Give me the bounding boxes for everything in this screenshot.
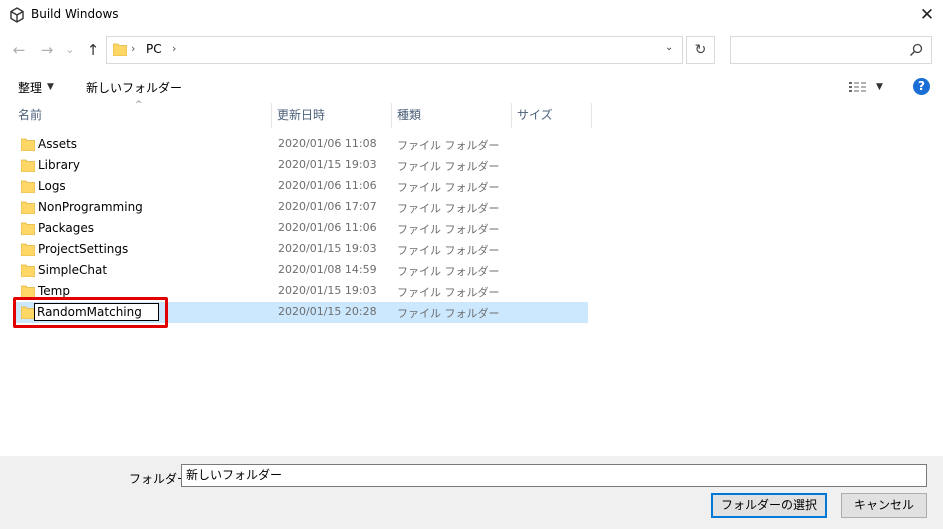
item-type: ファイル フォルダー: [397, 202, 500, 215]
item-type: ファイル フォルダー: [397, 265, 500, 278]
list-item[interactable]: Assets 2020/01/06 11:08 ファイル フォルダー: [13, 134, 588, 155]
item-name: SimpleChat: [38, 263, 108, 277]
forward-arrow-icon[interactable]: →: [38, 40, 56, 60]
item-modified: 2020/01/08 14:59: [278, 263, 377, 276]
folder-field[interactable]: 新しいフォルダー: [181, 464, 927, 487]
folder-icon: [21, 180, 35, 193]
folder-icon: [21, 138, 35, 151]
organize-menu[interactable]: 整理: [18, 79, 42, 96]
list-item[interactable]: NonProgramming 2020/01/06 17:07 ファイル フォル…: [13, 197, 588, 218]
breadcrumb-separator[interactable]: ›: [131, 42, 135, 55]
item-modified: 2020/01/06 11:06: [278, 221, 377, 234]
item-type: ファイル フォルダー: [397, 286, 500, 299]
refresh-button[interactable]: ↻: [686, 36, 715, 64]
search-icon: [909, 43, 923, 57]
breadcrumb-pc[interactable]: PC: [146, 42, 162, 56]
list-item[interactable]: Packages 2020/01/06 11:06 ファイル フォルダー: [13, 218, 588, 239]
title-bar: [0, 0, 943, 31]
column-header-modified[interactable]: 更新日時: [271, 103, 391, 128]
item-type: ファイル フォルダー: [397, 223, 500, 236]
breadcrumb-separator[interactable]: ›: [172, 42, 176, 55]
item-type: ファイル フォルダー: [397, 307, 500, 320]
list-item[interactable]: ProjectSettings 2020/01/15 19:03 ファイル フォ…: [13, 239, 588, 260]
item-modified: 2020/01/15 19:03: [278, 284, 377, 297]
address-bar[interactable]: › PC › ⌄: [106, 36, 683, 64]
help-icon[interactable]: ?: [913, 78, 930, 95]
window-title: Build Windows: [31, 7, 119, 21]
folder-icon: [21, 264, 35, 277]
select-folder-button[interactable]: フォルダーの選択: [711, 493, 827, 518]
cancel-button[interactable]: キャンセル: [841, 493, 927, 518]
highlight-box: [13, 297, 168, 328]
column-divider[interactable]: [591, 103, 592, 128]
item-modified: 2020/01/15 19:03: [278, 158, 377, 171]
chevron-down-icon[interactable]: ⌄: [665, 42, 673, 53]
item-type: ファイル フォルダー: [397, 160, 500, 173]
folder-icon: [21, 159, 35, 172]
item-name: ProjectSettings: [38, 242, 129, 256]
item-type: ファイル フォルダー: [397, 139, 500, 152]
folder-icon: [113, 43, 127, 56]
close-icon[interactable]: ✕: [917, 6, 937, 24]
item-name: NonProgramming: [38, 200, 143, 214]
item-modified: 2020/01/06 11:08: [278, 137, 377, 150]
folder-icon: [21, 243, 35, 256]
item-type: ファイル フォルダー: [397, 181, 500, 194]
search-input[interactable]: [730, 36, 932, 64]
chevron-down-icon[interactable]: ▼: [47, 82, 54, 92]
folder-icon: [21, 222, 35, 235]
item-modified: 2020/01/06 11:06: [278, 179, 377, 192]
column-header-size[interactable]: サイズ: [511, 103, 591, 128]
chevron-down-icon[interactable]: ▼: [876, 82, 883, 92]
up-arrow-icon[interactable]: ↑: [84, 40, 102, 60]
list-item[interactable]: Logs 2020/01/06 11:06 ファイル フォルダー: [13, 176, 588, 197]
unity-logo-icon: [10, 7, 24, 23]
item-name: Packages: [38, 221, 94, 235]
item-name: Assets: [38, 137, 78, 151]
item-modified: 2020/01/15 20:28: [278, 305, 377, 318]
item-name: Temp: [38, 284, 70, 298]
item-name: Library: [38, 158, 80, 172]
list-item[interactable]: Library 2020/01/15 19:03 ファイル フォルダー: [13, 155, 588, 176]
list-item[interactable]: SimpleChat 2020/01/08 14:59 ファイル フォルダー: [13, 260, 588, 281]
folder-icon: [21, 201, 35, 214]
item-name: Logs: [38, 179, 66, 193]
back-arrow-icon[interactable]: ←: [10, 40, 28, 60]
item-modified: 2020/01/06 17:07: [278, 200, 377, 213]
column-header-type[interactable]: 種類: [391, 103, 511, 128]
view-options-icon[interactable]: [849, 81, 867, 93]
recent-locations-icon[interactable]: ⌄: [64, 40, 76, 60]
new-folder-button[interactable]: 新しいフォルダー: [86, 79, 182, 96]
column-header-name[interactable]: 名前: [12, 103, 271, 128]
item-type: ファイル フォルダー: [397, 244, 500, 257]
item-modified: 2020/01/15 19:03: [278, 242, 377, 255]
